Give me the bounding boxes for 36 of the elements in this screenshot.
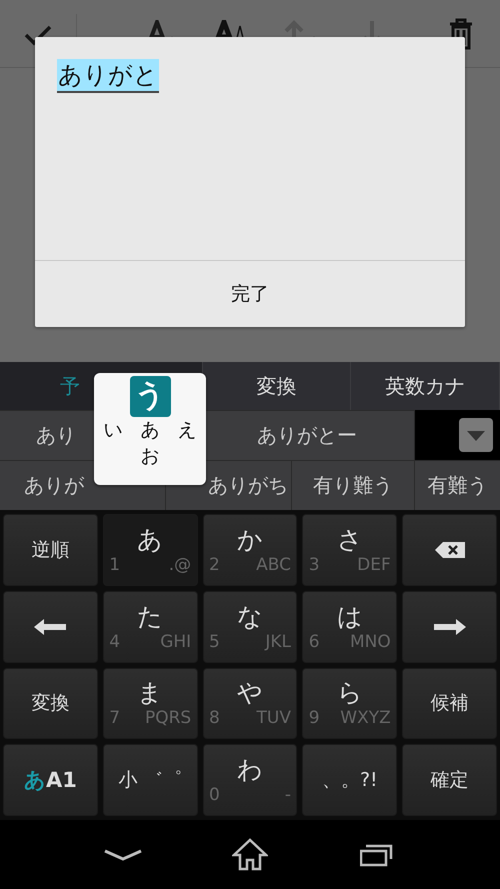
flick-kana: あ [140, 418, 160, 443]
key-kana: た [137, 602, 164, 632]
key-kana: さ [336, 524, 363, 555]
key-letters: DEF [357, 554, 391, 575]
key-letters: MNO [350, 632, 391, 652]
key-digit: 7 [109, 708, 120, 728]
key-letters: ABC [256, 554, 291, 575]
key-letters: - [284, 785, 291, 806]
key-letters: GHI [160, 632, 192, 652]
key-letters: WXYZ [340, 708, 391, 728]
key-letters: JKL [265, 632, 291, 652]
key-letters: PQRS [144, 708, 192, 728]
key-digit: 4 [109, 632, 120, 652]
key-digit: 6 [308, 632, 320, 652]
key-kana: わ [236, 755, 263, 786]
key-kana: か [236, 524, 263, 555]
mode-label: あ [24, 768, 46, 792]
key-kana: は [336, 602, 363, 632]
flick-kana: い [104, 418, 122, 443]
key-digit: 5 [208, 632, 220, 652]
flick-selected-kana: う [130, 376, 170, 417]
key-digit: 3 [308, 554, 320, 575]
key-kana: や [236, 678, 263, 708]
key-digit: 0 [208, 785, 220, 806]
key-letters: TUV [256, 708, 291, 728]
key-digit: 8 [208, 708, 220, 728]
key-letters: .@ [168, 554, 192, 575]
key-kana: ら [336, 678, 363, 708]
key-digit: 9 [308, 708, 320, 728]
flick-kana: え [178, 418, 196, 443]
mode-label: A1 [46, 768, 77, 792]
key-digit: 2 [208, 554, 220, 575]
key-kana: あ [137, 524, 164, 555]
key-digit: 1 [109, 554, 120, 575]
key-kana: ま [137, 678, 164, 708]
key-kana: な [236, 602, 263, 632]
